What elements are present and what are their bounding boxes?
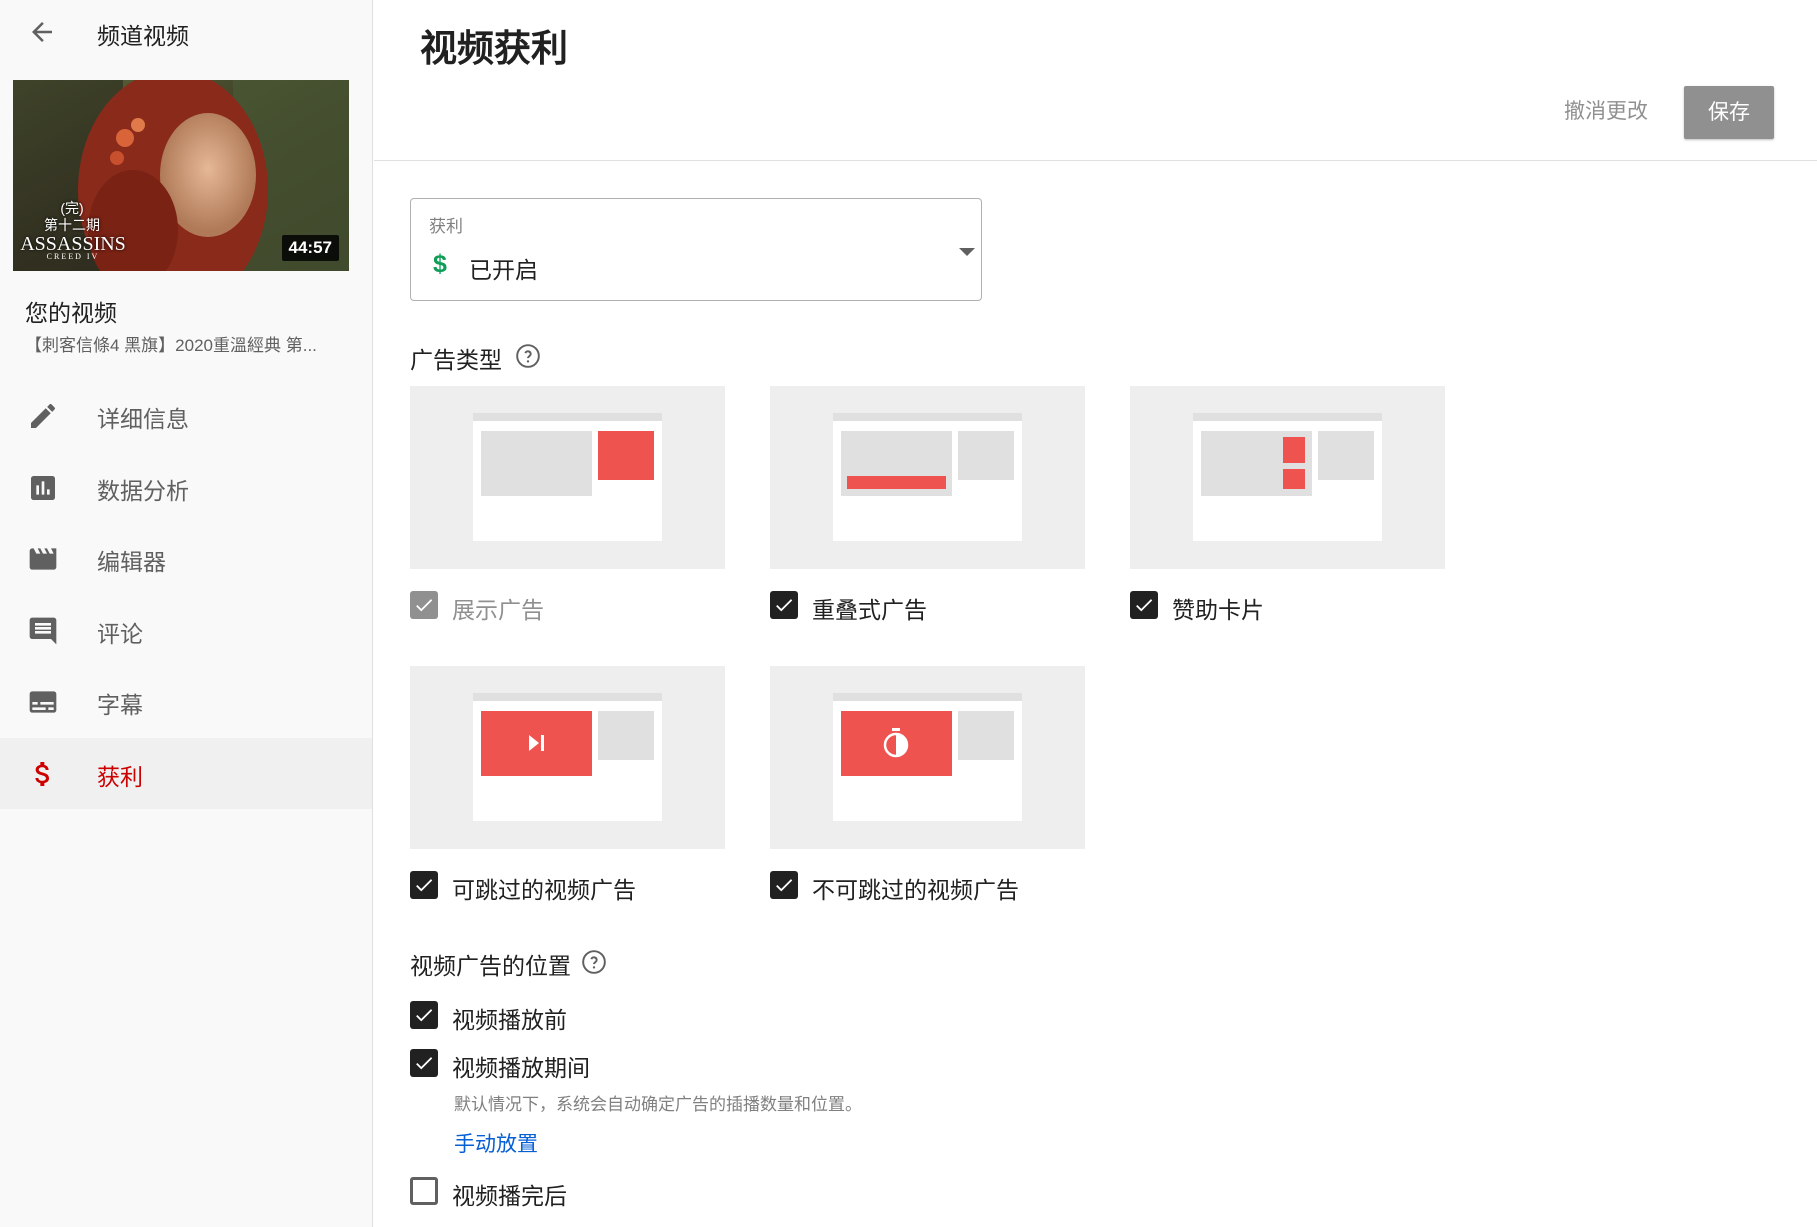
- pre-roll-checkbox[interactable]: [410, 1001, 438, 1029]
- checkmark-icon: [416, 1057, 433, 1070]
- sidebar-item-label: 字幕: [97, 692, 143, 718]
- arrow-back-icon[interactable]: [27, 17, 57, 47]
- save-button[interactable]: 保存: [1684, 86, 1774, 139]
- select-label: 获利: [429, 217, 463, 236]
- page-title: 视频获利: [420, 28, 568, 69]
- pencil-icon: [31, 403, 56, 428]
- help-icon[interactable]: [581, 949, 607, 975]
- sidebar-item-comments[interactable]: 评论: [0, 595, 372, 666]
- skippable-ad-illustration: [410, 666, 725, 849]
- non-skippable-ad-illustration: [770, 666, 1085, 849]
- dollar-icon: $: [433, 250, 447, 278]
- checkmark-icon: [776, 599, 793, 612]
- skippable-ads-checkbox[interactable]: [410, 871, 438, 899]
- sidebar-item-label: 详细信息: [97, 406, 189, 432]
- header-divider: [374, 160, 1817, 161]
- checkmark-icon: [416, 599, 433, 612]
- display-ads-label: 展示广告: [452, 597, 544, 623]
- back-row[interactable]: 频道视频: [0, 0, 373, 62]
- monetization-select[interactable]: 获利 $ 已开启: [410, 198, 982, 301]
- analytics-icon: [31, 476, 55, 500]
- ad-types-title: 广告类型: [410, 347, 502, 373]
- channel-videos-label[interactable]: 频道视频: [97, 17, 189, 51]
- ad-placement-title: 视频广告的位置: [410, 953, 571, 979]
- main-content: 视频获利 撤消更改 保存 获利 $ 已开启 广告类型 展示广告 重叠式广告 赞助…: [374, 0, 1817, 1227]
- non-skippable-ads-checkbox[interactable]: [770, 871, 798, 899]
- game-logo-sub: CREED IV: [46, 252, 100, 261]
- post-roll-label: 视频播完后: [452, 1183, 567, 1209]
- checkmark-icon: [416, 879, 433, 892]
- sidebar: 频道视频 (完) 第十二期 ASSASSINS CREED IV 44:57 您…: [0, 0, 373, 1227]
- chevron-down-icon: [959, 248, 975, 256]
- comment-icon: [29, 617, 57, 645]
- dollar-icon: [35, 762, 49, 786]
- overlay-ad-illustration: [770, 386, 1085, 569]
- post-roll-checkbox[interactable]: [410, 1177, 438, 1205]
- checkmark-icon: [416, 1009, 433, 1022]
- mid-roll-checkbox[interactable]: [410, 1049, 438, 1077]
- video-thumbnail[interactable]: (完) 第十二期 ASSASSINS CREED IV 44:57: [13, 80, 349, 271]
- sponsored-cards-checkbox[interactable]: [1130, 591, 1158, 619]
- overlay-ads-label: 重叠式广告: [812, 597, 927, 623]
- sponsored-card-illustration: [1130, 386, 1445, 569]
- sidebar-item-monetization[interactable]: 获利: [0, 738, 372, 809]
- undo-changes-button[interactable]: 撤消更改: [1564, 95, 1648, 125]
- clapperboard-icon: [29, 548, 57, 570]
- display-ads-checkbox[interactable]: [410, 591, 438, 619]
- video-duration: 44:57: [281, 235, 339, 261]
- sponsored-cards-label: 赞助卡片: [1172, 597, 1264, 623]
- mid-roll-hint: 默认情况下，系统会自动确定广告的插播数量和位置。: [454, 1095, 862, 1114]
- select-value: 已开启: [469, 257, 538, 283]
- non-skippable-ads-label: 不可跳过的视频广告: [812, 877, 1019, 903]
- sidebar-item-label: 获利: [97, 764, 143, 790]
- sidebar-item-analytics[interactable]: 数据分析: [0, 452, 372, 523]
- display-ad-illustration: [410, 386, 725, 569]
- sidebar-item-details[interactable]: 详细信息: [0, 380, 372, 451]
- sidebar-item-subtitles[interactable]: 字幕: [0, 666, 372, 737]
- mid-roll-label: 视频播放期间: [452, 1055, 590, 1081]
- sidebar-item-label: 评论: [97, 621, 143, 647]
- pre-roll-label: 视频播放前: [452, 1007, 567, 1033]
- sidebar-item-editor[interactable]: 编辑器: [0, 523, 372, 594]
- checkmark-icon: [776, 879, 793, 892]
- manual-placement-link[interactable]: 手动放置: [454, 1128, 538, 1158]
- checkmark-icon: [1136, 599, 1153, 612]
- sidebar-item-label: 数据分析: [97, 478, 189, 504]
- video-title: 【刺客信條4 黑旗】2020重溫經典 第...: [25, 336, 317, 355]
- overlay-ads-checkbox[interactable]: [770, 591, 798, 619]
- episode-label: (完) 第十二期: [44, 200, 100, 233]
- help-icon[interactable]: [515, 343, 541, 369]
- skippable-ads-label: 可跳过的视频广告: [452, 877, 636, 903]
- subtitles-icon: [29, 691, 57, 713]
- your-video-label: 您的视频: [25, 300, 117, 326]
- sidebar-item-label: 编辑器: [97, 549, 166, 575]
